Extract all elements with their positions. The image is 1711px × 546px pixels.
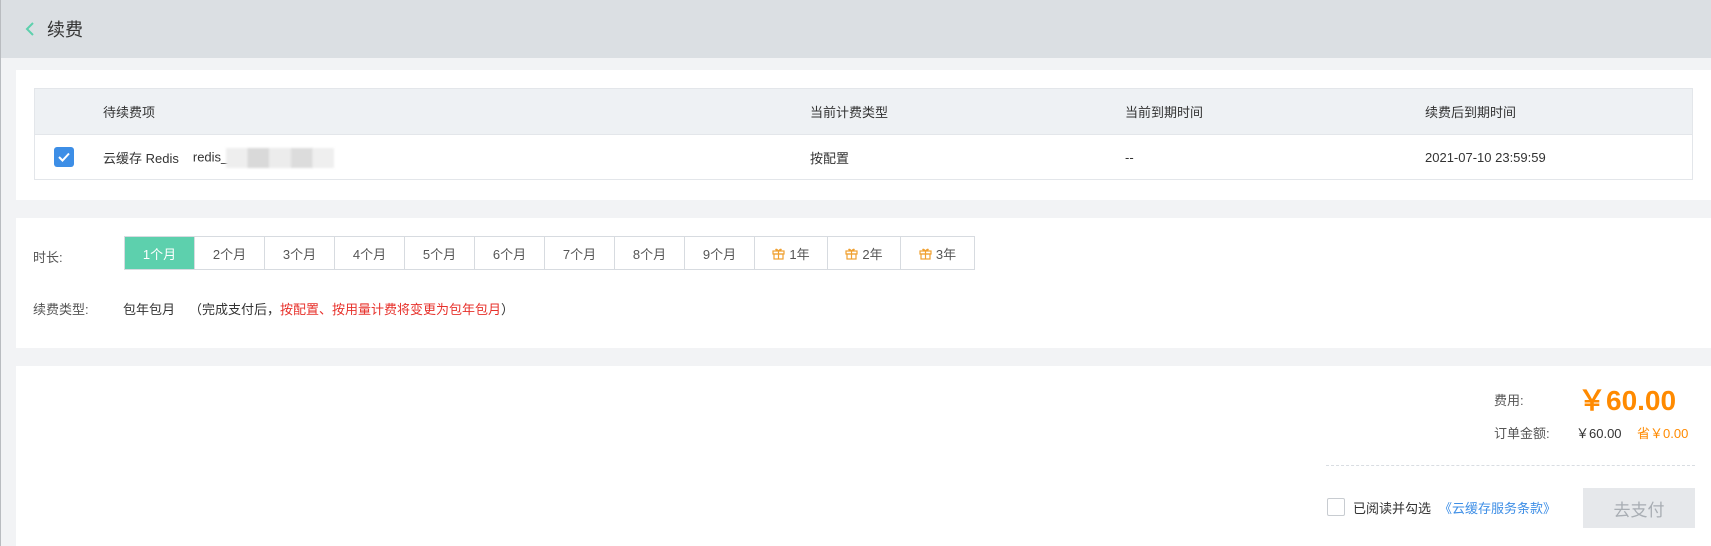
column-header-billing-type: 当前计费类型 <box>810 105 889 120</box>
order-amount: ￥60.00 <box>1576 425 1622 441</box>
duration-option-5m[interactable]: 5个月 <box>405 237 475 269</box>
agree-text: 已阅读并勾选 <box>1353 500 1432 516</box>
duration-option-6m[interactable]: 6个月 <box>475 237 545 269</box>
current-expiry-value: -- <box>1125 150 1134 165</box>
duration-option-4m[interactable]: 4个月 <box>335 237 405 269</box>
duration-option-3y-label: 3年 <box>935 246 957 262</box>
window-edge <box>0 0 1 546</box>
duration-option-2y-label: 2年 <box>862 246 883 262</box>
renewal-items-panel: 待续费项 当前计费类型 当前到期时间 续费后到期时间 云缓存 Redis red… <box>16 70 1711 200</box>
duration-label: 时长: <box>33 249 63 265</box>
duration-selector: 1个月 2个月 3个月 4个月 5个月 6个月 7个月 8个月 9个月 1年 2… <box>124 236 975 270</box>
agree-checkbox[interactable] <box>1327 498 1345 516</box>
check-icon <box>58 152 70 162</box>
renewal-items-table: 待续费项 当前计费类型 当前到期时间 续费后到期时间 云缓存 Redis red… <box>34 88 1693 180</box>
duration-option-1m[interactable]: 1个月 <box>125 237 195 269</box>
agreement: 已阅读并勾选 《云缓存服务条款》 <box>1353 496 1556 518</box>
renew-type-text: 包年包月 <box>123 301 176 317</box>
duration-option-2y[interactable]: 2年 <box>828 237 901 269</box>
duration-panel: 时长: 1个月 2个月 3个月 4个月 5个月 6个月 7个月 8个月 9个月 … <box>16 218 1711 348</box>
renew-note-prefix: （完成支付后， <box>189 301 281 317</box>
renew-note-suffix: ） <box>501 301 515 317</box>
gift-icon <box>845 247 858 260</box>
duration-option-1y-label: 1年 <box>789 246 810 262</box>
duration-option-8m[interactable]: 8个月 <box>615 237 685 269</box>
row-checkbox[interactable] <box>54 147 74 167</box>
duration-option-3y[interactable]: 3年 <box>901 237 974 269</box>
duration-option-7m[interactable]: 7个月 <box>545 237 615 269</box>
redacted-area <box>226 147 335 168</box>
table-header: 待续费项 当前计费类型 当前到期时间 续费后到期时间 <box>35 89 1692 135</box>
divider <box>1326 465 1695 466</box>
order-amount-label: 订单金额: <box>1494 425 1550 441</box>
billing-type-value: 按配置 <box>810 151 850 166</box>
column-header-new-expiry: 续费后到期时间 <box>1425 105 1517 120</box>
duration-option-1y[interactable]: 1年 <box>755 237 828 269</box>
gift-icon <box>919 247 932 260</box>
terms-link[interactable]: 《云缓存服务条款》 <box>1439 498 1556 517</box>
duration-option-9m[interactable]: 9个月 <box>685 237 755 269</box>
renew-type-label: 续费类型: <box>33 301 89 317</box>
page-title: 续费 <box>47 20 83 40</box>
item-id-text: redis_ <box>192 148 229 164</box>
savings-amount: 省￥0.00 <box>1637 425 1689 441</box>
fee-amount: ￥60.00 <box>1578 385 1677 416</box>
fee-label: 费用: <box>1494 392 1524 408</box>
renew-note-warning: 按配置、按用量计费将变更为包年包月 <box>280 301 502 317</box>
chevron-left-icon[interactable] <box>19 18 41 40</box>
renew-type-value: 包年包月 （完成支付后， 按配置、按用量计费将变更为包年包月） <box>123 298 514 318</box>
payment-panel: 费用: ￥60.00 订单金额: ￥60.00 省￥0.00 已阅读并勾选 《云… <box>16 366 1711 546</box>
pay-button[interactable]: 去支付 <box>1583 488 1695 528</box>
item-id: redis_ <box>192 147 335 168</box>
duration-option-3m[interactable]: 3个月 <box>265 237 335 269</box>
gift-icon <box>772 247 785 260</box>
column-header-current-expiry: 当前到期时间 <box>1125 105 1204 120</box>
column-header-item: 待续费项 <box>103 105 156 120</box>
page-header: 续费 <box>1 0 1711 58</box>
new-expiry-value: 2021-07-10 23:59:59 <box>1425 150 1546 165</box>
item-name-cell: 云缓存 Redis redis_ <box>103 135 335 180</box>
table-row: 云缓存 Redis redis_ 按配置 -- 2021-07-10 23:59… <box>35 135 1692 180</box>
item-name: 云缓存 Redis <box>103 151 179 166</box>
duration-option-2m[interactable]: 2个月 <box>195 237 265 269</box>
